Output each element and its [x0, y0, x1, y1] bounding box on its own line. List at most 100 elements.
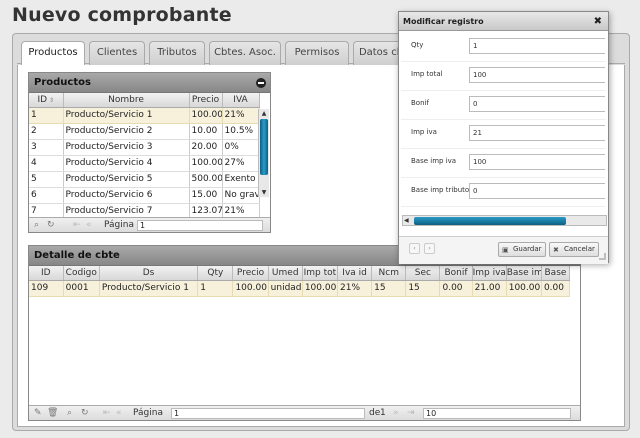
productos-vertical-scrollbar[interactable]: ▲ ▼	[258, 109, 269, 197]
column-header-nombre[interactable]: Nombre	[63, 93, 190, 108]
collapse-icon[interactable]	[256, 78, 266, 88]
detalle-header-row: ID Codigo Ds Qty Precio Umed Imp tot Iva id Ncm S…	[29, 266, 571, 281]
prev-record-icon[interactable]: ‹	[409, 243, 420, 254]
dialog-title-text: Modificar registro	[403, 17, 484, 26]
table-cell: Producto/Servicio 1	[63, 107, 190, 124]
table-cell: 21%	[337, 280, 373, 297]
tab-cbtes-asoc[interactable]: Cbtes. Asoc.	[209, 41, 281, 65]
table-cell: 500.00	[189, 171, 223, 188]
refresh-icon[interactable]: ↻	[81, 406, 89, 420]
detalle-table: ID Codigo Ds Qty Precio Umed Imp tot Iva id Ncm S…	[29, 266, 571, 297]
form-row: Imp iva 21	[401, 120, 605, 149]
prev-page-icon[interactable]: «	[86, 218, 92, 232]
table-cell: 21.00	[472, 280, 507, 297]
save-icon: ▣	[502, 246, 509, 254]
table-row[interactable]: 6 Producto/Servicio 6 15.00 No grav	[29, 187, 260, 204]
edit-icon[interactable]: ✎	[34, 406, 42, 420]
cancel-button-label: Cancelar	[564, 245, 595, 253]
tab-clientes[interactable]: Clientes	[89, 41, 145, 65]
column-header[interactable]: Iva id	[337, 266, 373, 281]
productos-grid: Productos ID ⇕ Nombre Precio IVA 1 Produc…	[28, 72, 271, 233]
scroll-down-icon[interactable]: ▼	[259, 188, 269, 197]
close-icon[interactable]: ✖	[594, 12, 602, 31]
table-cell: 10.00	[189, 123, 223, 140]
page-input[interactable]: 1	[137, 220, 263, 231]
field-label: Imp total	[411, 70, 443, 78]
scroll-up-icon[interactable]: ▲	[259, 109, 269, 118]
table-cell: Producto/Servicio 4	[63, 155, 190, 172]
form-row: Qty 1	[401, 33, 605, 62]
table-cell: 0.00	[541, 280, 571, 297]
save-button[interactable]: ▣ Guardar	[498, 242, 546, 257]
scroll-left-icon[interactable]: ◀	[404, 216, 409, 225]
column-header[interactable]: Imp tot	[302, 266, 339, 281]
table-cell: 100.00	[232, 280, 269, 297]
table-cell: 3	[29, 139, 64, 156]
resize-handle[interactable]	[599, 253, 606, 260]
column-header-id[interactable]: ID ⇕	[29, 93, 64, 108]
first-page-icon[interactable]: ⇤	[103, 406, 111, 420]
page-size-select[interactable]: 10	[423, 408, 571, 419]
field-input[interactable]: 0	[469, 96, 605, 112]
field-input[interactable]: 100	[469, 67, 605, 83]
tab-permisos[interactable]: Permisos	[285, 41, 349, 65]
column-header[interactable]: Precio	[232, 266, 269, 281]
column-header[interactable]: Bonif	[439, 266, 473, 281]
field-input[interactable]: 100	[469, 154, 605, 170]
column-header-precio[interactable]: Precio	[189, 93, 223, 108]
next-record-icon[interactable]: ›	[424, 243, 435, 254]
search-icon[interactable]: ⌕	[67, 406, 72, 420]
column-header[interactable]: Sec	[405, 266, 441, 281]
column-header[interactable]: Umed	[268, 266, 303, 281]
table-cell: 4	[29, 155, 64, 172]
page-title: Nuevo comprobante	[12, 4, 232, 26]
field-label: Qty	[411, 41, 424, 49]
table-cell: 0.00	[439, 280, 473, 297]
scroll-thumb[interactable]	[414, 217, 566, 225]
field-input[interactable]: 1	[469, 38, 605, 54]
table-row[interactable]: 1 Producto/Servicio 1 100.00 21%	[29, 107, 260, 124]
table-row[interactable]: 2 Producto/Servicio 2 10.00 10.5%	[29, 123, 260, 140]
table-row[interactable]: 4 Producto/Servicio 4 100.00 27%	[29, 155, 260, 172]
form-row: Base imp tributo 0	[401, 178, 605, 207]
cancel-icon: ✖	[553, 246, 559, 254]
page-input[interactable]: 1	[171, 408, 365, 419]
table-row[interactable]: 3 Producto/Servicio 3 20.00 0%	[29, 139, 260, 156]
last-page-icon[interactable]: ⇥	[407, 406, 415, 420]
column-header-iva[interactable]: IVA	[222, 93, 260, 108]
sort-icon: ⇕	[47, 96, 55, 104]
table-row[interactable]: 5 Producto/Servicio 5 500.00 Exento	[29, 171, 260, 188]
column-header[interactable]: Ds	[99, 266, 199, 281]
refresh-icon[interactable]: ↻	[47, 218, 55, 232]
first-page-icon[interactable]: ⇤	[73, 218, 81, 232]
table-cell: Producto/Servicio 5	[63, 171, 190, 188]
dialog-horizontal-scrollbar[interactable]: ◀	[402, 215, 607, 226]
tab-tributos[interactable]: Tributos	[149, 41, 205, 65]
table-cell: 100.00	[302, 280, 339, 297]
table-cell: 10.5%	[222, 123, 260, 140]
field-input[interactable]: 21	[469, 125, 605, 141]
column-header[interactable]: ID	[29, 266, 64, 281]
column-header[interactable]: Base imp	[506, 266, 542, 281]
form-row: Base imp iva 100	[401, 149, 605, 178]
column-header[interactable]: Imp iva	[472, 266, 507, 281]
cancel-button[interactable]: ✖ Cancelar	[549, 242, 599, 257]
tab-productos[interactable]: Productos	[21, 41, 85, 66]
save-button-label: Guardar	[513, 245, 542, 253]
field-label: Imp iva	[411, 128, 437, 136]
column-header[interactable]: Qty	[197, 266, 234, 281]
search-icon[interactable]: ⌕	[34, 218, 39, 232]
table-cell: Exento	[222, 171, 260, 188]
productos-grid-title-text: Productos	[34, 77, 91, 88]
field-input[interactable]: 0	[469, 183, 605, 199]
delete-icon[interactable]: 🗑	[47, 406, 58, 420]
table-row[interactable]: 109 0001 Producto/Servicio 1 1 100.00 unidad 1…	[29, 280, 571, 297]
next-page-icon[interactable]: »	[393, 406, 399, 420]
column-header[interactable]: Codigo	[63, 266, 100, 281]
prev-page-icon[interactable]: «	[116, 406, 122, 420]
table-cell: 100.00	[189, 107, 223, 124]
column-header[interactable]: Ncm	[371, 266, 407, 281]
form-row: Bonif 0	[401, 91, 605, 120]
column-header[interactable]: Base	[541, 266, 571, 281]
scroll-thumb[interactable]	[260, 119, 268, 175]
